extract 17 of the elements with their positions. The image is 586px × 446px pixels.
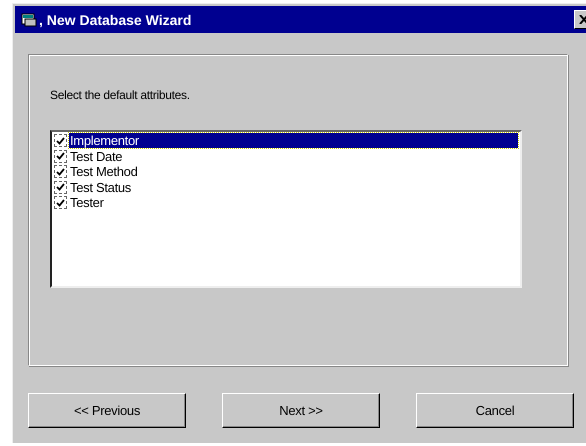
wizard-button[interactable]: << Previous xyxy=(28,393,186,428)
instruction-text: Select the default attributes. xyxy=(50,88,191,102)
app-icon xyxy=(21,12,37,26)
checkbox[interactable] xyxy=(54,134,67,148)
wizard-button[interactable]: Next >> xyxy=(222,393,380,428)
list-item[interactable]: Tester xyxy=(69,195,518,210)
list-item[interactable]: Test Status xyxy=(69,180,518,195)
wizard-button[interactable]: Cancel xyxy=(416,393,574,428)
checkbox[interactable] xyxy=(54,150,67,163)
list-item[interactable]: Test Method xyxy=(69,164,518,180)
close-icon xyxy=(579,15,586,24)
checkbox[interactable] xyxy=(54,165,67,178)
window-title: , New Database Wizard xyxy=(39,12,192,28)
checkbox[interactable] xyxy=(54,180,67,194)
list-item[interactable]: Implementor xyxy=(69,133,518,148)
list-item[interactable]: Test Date xyxy=(69,148,518,164)
checkbox[interactable] xyxy=(54,196,67,210)
